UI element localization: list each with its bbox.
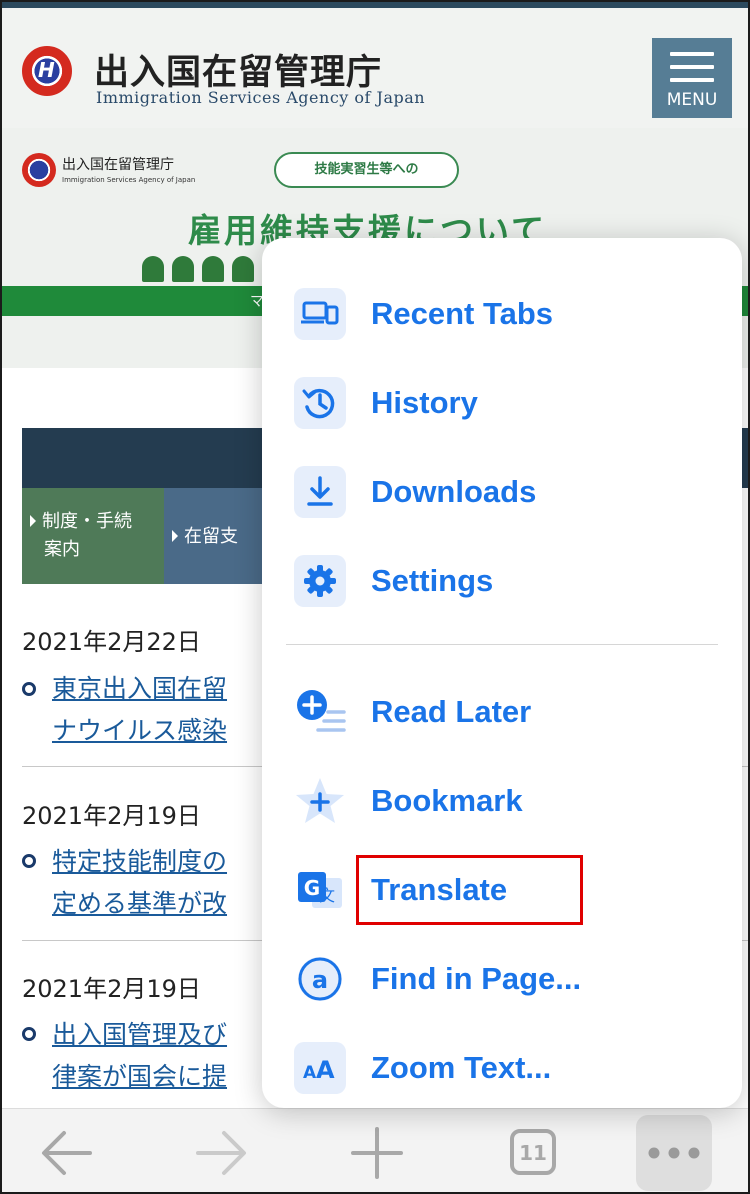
menu-item-history[interactable]: History bbox=[262, 365, 742, 441]
gear-icon bbox=[294, 555, 346, 607]
menu-item-label: History bbox=[371, 385, 478, 420]
menu-item-label: Bookmark bbox=[371, 783, 523, 818]
history-icon bbox=[294, 377, 346, 429]
tab-count: 11 bbox=[519, 1141, 547, 1165]
back-arrow-icon bbox=[42, 1131, 92, 1175]
menu-item-bookmark[interactable]: Bookmark bbox=[262, 763, 742, 839]
forward-button[interactable] bbox=[186, 1109, 256, 1192]
news-date: 2021年2月19日 bbox=[22, 975, 201, 1003]
news-link[interactable]: 特定技能制度の 定める基準が改 bbox=[52, 841, 227, 925]
forward-arrow-icon bbox=[196, 1131, 246, 1175]
read-later-icon bbox=[294, 686, 346, 738]
back-button[interactable] bbox=[32, 1109, 102, 1192]
bottom-toolbar: 11 bbox=[2, 1108, 748, 1192]
bullet-icon bbox=[22, 682, 36, 696]
translate-icon: 文G bbox=[294, 864, 346, 916]
menu-item-label: Settings bbox=[371, 563, 494, 598]
menu-item-settings[interactable]: Settings bbox=[262, 543, 742, 619]
svg-text:A: A bbox=[303, 1063, 317, 1083]
menu-item-zoom-text[interactable]: AA Zoom Text... bbox=[262, 1030, 742, 1106]
svg-text:G: G bbox=[304, 876, 320, 900]
triangle-right-icon bbox=[30, 515, 36, 527]
menu-item-label: Zoom Text... bbox=[371, 1050, 552, 1085]
menu-item-label: Find in Page... bbox=[371, 961, 582, 996]
news-date: 2021年2月22日 bbox=[22, 628, 201, 656]
menu-item-downloads[interactable]: Downloads bbox=[262, 454, 742, 530]
agency-name-en: Immigration Services Agency of Japan bbox=[96, 88, 426, 107]
menu-label: MENU bbox=[666, 90, 718, 110]
news-link[interactable]: 出入国管理及び 律案が国会に提 bbox=[52, 1014, 227, 1098]
browser-window: H 出入国在留管理庁 Immigration Services Agency o… bbox=[0, 0, 750, 1194]
new-tab-button[interactable] bbox=[342, 1109, 412, 1192]
banner-pill: 技能実習生等への bbox=[274, 152, 459, 188]
bullet-icon bbox=[22, 1027, 36, 1041]
menu-item-label: Recent Tabs bbox=[371, 296, 554, 331]
more-menu-button[interactable] bbox=[636, 1115, 712, 1191]
banner-agency-jp: 出入国在留管理庁 bbox=[62, 157, 174, 173]
zoom-text-icon: AA bbox=[294, 1042, 346, 1094]
bullet-icon bbox=[22, 854, 36, 868]
ellipsis-icon bbox=[648, 1147, 700, 1159]
plus-icon bbox=[351, 1127, 403, 1179]
agency-emblem-icon: H bbox=[22, 46, 72, 96]
banner-agency-en: Immigration Services Agency of Japan bbox=[62, 176, 196, 184]
hamburger-icon bbox=[670, 52, 714, 91]
menu-item-label: Read Later bbox=[371, 694, 532, 729]
svg-text:a: a bbox=[312, 966, 328, 994]
people-illustration bbox=[142, 256, 262, 286]
translate-highlight-box bbox=[356, 855, 583, 925]
menu-item-find-in-page[interactable]: a Find in Page... bbox=[262, 941, 742, 1017]
news-date: 2021年2月19日 bbox=[22, 802, 201, 830]
menu-item-read-later[interactable]: Read Later bbox=[262, 674, 742, 750]
recent-tabs-icon bbox=[294, 288, 346, 340]
menu-item-recent-tabs[interactable]: Recent Tabs bbox=[262, 276, 742, 352]
nav-tile-procedures[interactable]: 制度・手続 案内 bbox=[22, 488, 164, 584]
site-header: H 出入国在留管理庁 Immigration Services Agency o… bbox=[2, 8, 748, 128]
download-icon bbox=[294, 466, 346, 518]
news-link[interactable]: 東京出入国在留 ナウイルス感染 bbox=[52, 668, 227, 752]
tab-switcher-button[interactable]: 11 bbox=[498, 1109, 568, 1192]
star-plus-icon bbox=[294, 775, 346, 827]
svg-text:A: A bbox=[316, 1056, 335, 1084]
overflow-menu: Recent Tabs History Downloads Settings R… bbox=[262, 238, 742, 1108]
triangle-right-icon bbox=[172, 530, 178, 542]
banner-emblem-icon bbox=[22, 153, 56, 187]
menu-item-label: Downloads bbox=[371, 474, 537, 509]
site-menu-button[interactable]: MENU bbox=[652, 38, 732, 118]
menu-separator bbox=[286, 644, 718, 645]
find-icon: a bbox=[294, 953, 346, 1005]
